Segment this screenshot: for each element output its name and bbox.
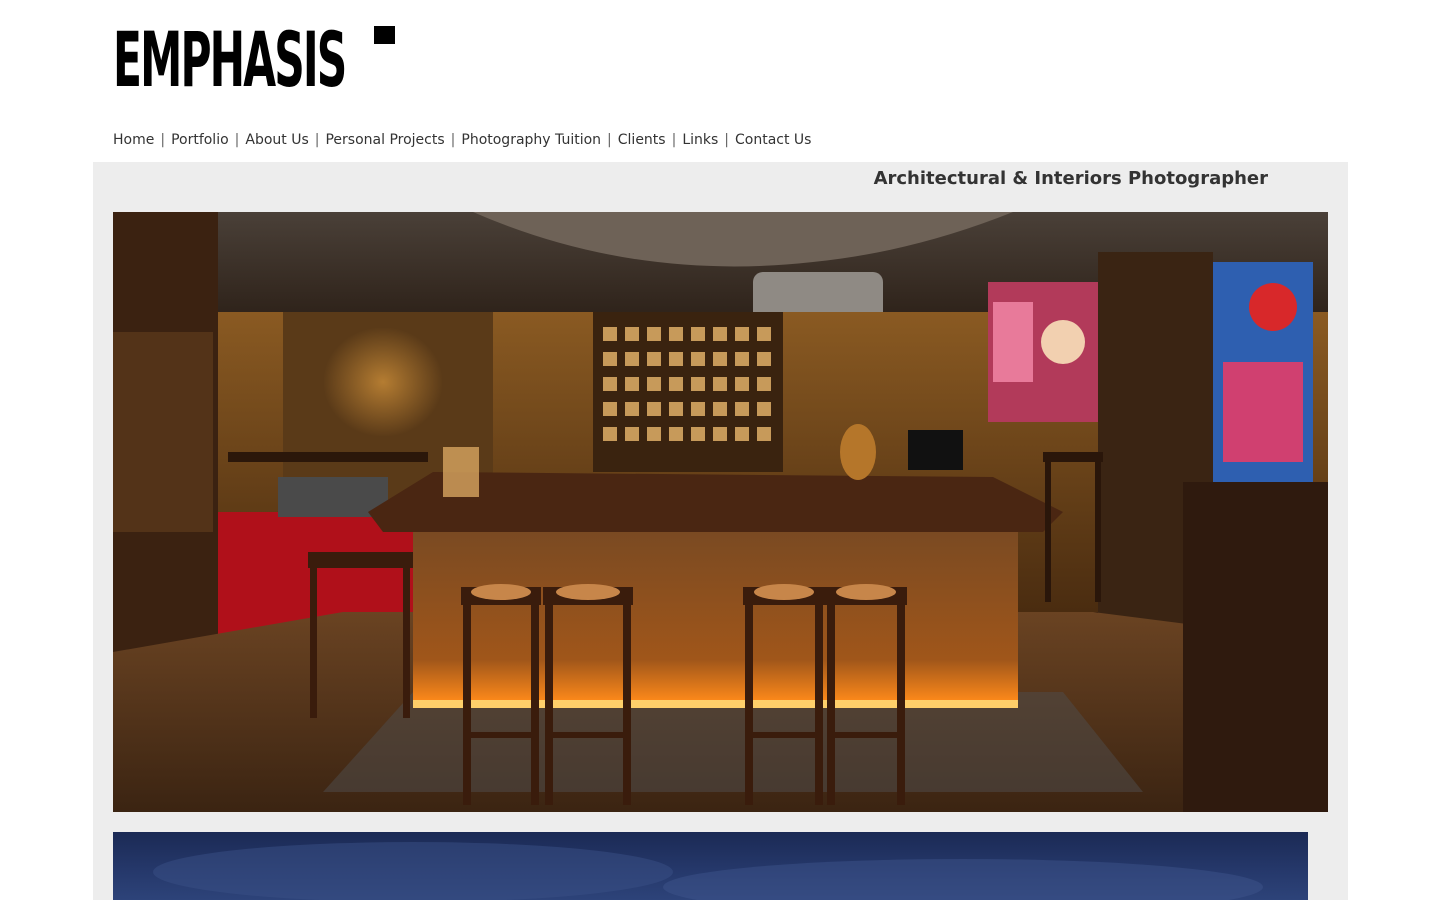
nav-separator: | <box>724 132 729 148</box>
nav-personal-projects[interactable]: Personal Projects <box>325 132 444 148</box>
nav-separator: | <box>671 132 677 148</box>
nav-clients[interactable]: Clients <box>618 132 666 148</box>
logo-square-mark <box>374 26 395 44</box>
site-logo[interactable]: EMPHASIS <box>113 15 403 104</box>
nav-separator: | <box>234 132 240 148</box>
site-tagline: Architectural & Interiors Photographer <box>873 168 1268 189</box>
restaurant-bar-image <box>113 212 1328 812</box>
nav-separator: | <box>160 132 166 148</box>
nav-separator: | <box>450 132 456 148</box>
nav-home[interactable]: Home <box>113 132 154 148</box>
night-sky-image <box>153 842 1263 900</box>
nav-separator: | <box>314 132 320 148</box>
nav-links[interactable]: Links <box>682 132 718 148</box>
nav-about-us[interactable]: About Us <box>245 132 308 148</box>
nav-contact-us[interactable]: Contact Us <box>735 132 811 148</box>
featured-photo-restaurant-bar[interactable] <box>113 212 1328 812</box>
nav-photography-tuition[interactable]: Photography Tuition <box>461 132 601 148</box>
nav-portfolio[interactable]: Portfolio <box>171 132 229 148</box>
main-nav: Home | Portfolio | About Us | Personal Project… <box>113 130 811 150</box>
logo-wordmark: EMPHASIS <box>113 15 347 104</box>
second-photo-night-sky[interactable] <box>113 832 1308 900</box>
content-panel: Architectural & Interiors Photographer <box>93 162 1348 900</box>
nav-separator: | <box>607 132 612 148</box>
